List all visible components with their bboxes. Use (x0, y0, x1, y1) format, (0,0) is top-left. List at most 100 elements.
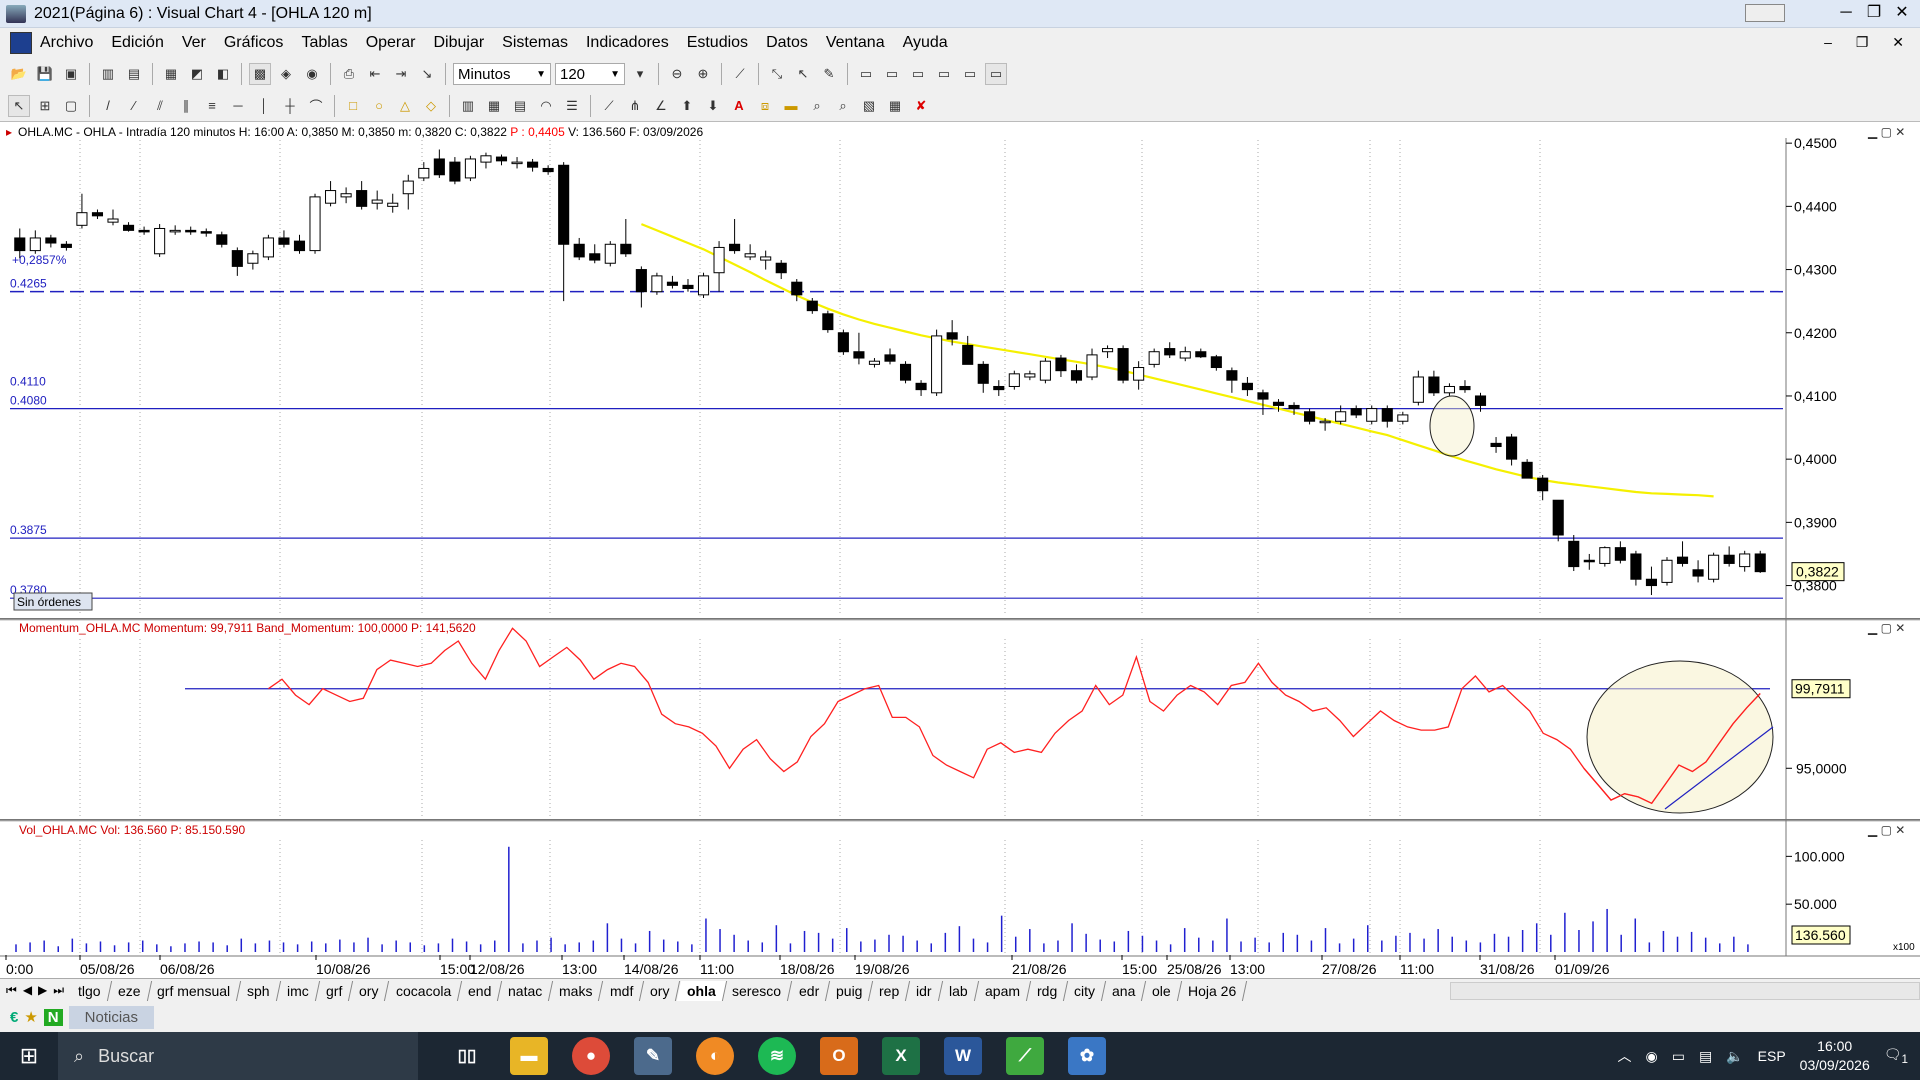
task-view-icon[interactable]: ▯▯ (448, 1037, 486, 1075)
outlook-icon[interactable]: O (820, 1037, 858, 1075)
next-tab-icon[interactable]: ▶ (38, 983, 47, 998)
titlebar-toggle-box[interactable] (1745, 4, 1785, 22)
templates-icon[interactable]: ◈ (275, 63, 297, 85)
marker-icon[interactable]: ⧈ (754, 95, 776, 117)
prev-tab-icon[interactable]: ◀ (23, 983, 32, 998)
zoom-out-icon[interactable]: ⊖ (666, 63, 688, 85)
channel-icon[interactable]: ⫽ (149, 95, 171, 117)
sheet-tab-mdf[interactable]: mdf (599, 980, 645, 1001)
label-icon[interactable]: ▬ (780, 95, 802, 117)
window-tile-icon-1[interactable]: ▭ (855, 63, 877, 85)
volume-panel-window-buttons[interactable]: ▁ ▢ ✕ (1867, 823, 1905, 837)
sheet-tab-rep[interactable]: rep (869, 980, 911, 1001)
regression-icon[interactable]: ☰ (561, 95, 583, 117)
windows-start-icon[interactable]: ⊞ (0, 1032, 58, 1080)
sheet-tab-natac[interactable]: natac (498, 980, 554, 1001)
sheet-tab-hoja-26[interactable]: Hoja 26 (1177, 980, 1248, 1001)
last-tab-icon[interactable]: ⏭ (53, 983, 64, 998)
rectangle-icon[interactable]: □ (342, 95, 364, 117)
trendline-icon[interactable]: / (97, 95, 119, 117)
news-icon[interactable]: N (43, 1008, 63, 1026)
sheet-tab-ory[interactable]: ory (348, 980, 390, 1001)
sheet-tab-end[interactable]: end (457, 980, 503, 1001)
vertical-line-icon[interactable]: │ (253, 95, 275, 117)
rectangle-select-icon[interactable]: ▢ (60, 95, 82, 117)
text-icon[interactable]: A (728, 95, 750, 117)
save-all-icon[interactable]: ▣ (60, 63, 82, 85)
properties-icon[interactable]: ▧ (858, 95, 880, 117)
tray-device-icon[interactable]: ▭ (1672, 1048, 1685, 1065)
sheet-tab-apam[interactable]: apam (974, 980, 1031, 1001)
horizontal-line-icon[interactable]: ─ (227, 95, 249, 117)
select-arrow-icon[interactable]: ↖ (8, 94, 30, 117)
visual-chart-icon[interactable]: ✎ (634, 1037, 672, 1075)
restore-icon[interactable]: ❐ (1860, 2, 1888, 24)
parallel-icon[interactable]: ∥ (175, 95, 197, 117)
sheet-tab-ole[interactable]: ole (1142, 980, 1183, 1001)
scroll-left-icon[interactable]: ⇤ (364, 63, 386, 85)
ray-icon[interactable]: ⁄ (123, 95, 145, 117)
magnify-icon[interactable]: ⌕ (832, 95, 854, 117)
chrome-icon[interactable]: ● (572, 1037, 610, 1075)
taskbar-search[interactable]: ⌕ Buscar (58, 1032, 418, 1080)
grid-icon[interactable]: ▦ (884, 95, 906, 117)
news-button[interactable]: Noticias (68, 1005, 154, 1029)
euro-icon[interactable]: € (10, 1009, 18, 1026)
zoom-area-icon[interactable]: ⌕ (806, 95, 828, 117)
new-chart-icon[interactable]: ▦ (160, 63, 182, 85)
sheet-tab-maks[interactable]: maks (549, 980, 605, 1001)
paint-icon[interactable]: ✎ (818, 63, 840, 85)
sheet-tab-cocacola[interactable]: cocacola (385, 980, 462, 1001)
word-icon[interactable]: W (944, 1037, 982, 1075)
tray-chevron-icon[interactable]: ︿ (1618, 1046, 1632, 1066)
menu-edici-n[interactable]: Edición (102, 34, 172, 52)
sheet-tab-rdg[interactable]: rdg (1026, 980, 1069, 1001)
ellipse-icon[interactable]: ○ (368, 95, 390, 117)
delete-drawings-icon[interactable]: ✘ (910, 95, 932, 117)
menu-indicadores[interactable]: Indicadores (577, 34, 678, 52)
first-tab-icon[interactable]: ⏮ (6, 983, 17, 998)
wave-icon[interactable]: ⟋ (598, 95, 620, 117)
open-folder-icon[interactable]: 📂 (8, 63, 30, 85)
menu-ventana[interactable]: Ventana (817, 34, 894, 52)
timeframe-value-select[interactable]: 120 ▼ (555, 63, 625, 85)
sheet-tab-tlgo[interactable]: tlgo (67, 980, 112, 1001)
gann-icon[interactable]: ▤ (509, 95, 531, 117)
diamond-icon[interactable]: ◇ (420, 95, 442, 117)
window-tile-icon-5[interactable]: ▭ (959, 63, 981, 85)
excel-icon[interactable]: X (882, 1037, 920, 1075)
sheet-tab-imc[interactable]: imc (276, 980, 320, 1001)
menu-ver[interactable]: Ver (173, 34, 215, 52)
arrow-up-icon[interactable]: ⬆ (676, 95, 698, 117)
curve-icon[interactable]: ⌒ (305, 95, 327, 117)
fib-fan-icon[interactable]: ▦ (483, 95, 505, 117)
quotes-icon[interactable]: ◧ (212, 63, 234, 85)
sheet-tab-ana[interactable]: ana (1101, 980, 1147, 1001)
tray-network-icon[interactable]: ▤ (1699, 1048, 1712, 1065)
timeframe-unit-select[interactable]: Minutos ▼ (453, 63, 551, 85)
sheet-tab-sph[interactable]: sph (237, 980, 282, 1001)
sheet-tab-lab[interactable]: lab (938, 980, 979, 1001)
arrange-icon[interactable]: ⤡ (766, 63, 788, 85)
horizontal-scrollbar[interactable] (1450, 982, 1920, 1000)
portfolio-icon[interactable]: ◩ (186, 63, 208, 85)
price-panel-window-buttons[interactable]: ▁ ▢ ✕ (1867, 125, 1905, 139)
triangle-icon[interactable]: △ (394, 95, 416, 117)
indicator-icon[interactable]: ⟋ (729, 63, 751, 85)
language-indicator[interactable]: ESP (1758, 1048, 1786, 1064)
crosshair-icon[interactable]: ⊞ (34, 95, 56, 117)
menu-gr-ficos[interactable]: Gráficos (215, 34, 293, 52)
volume-icon[interactable]: 🔈 (1726, 1048, 1743, 1065)
fibonacci-icon[interactable]: ▥ (457, 95, 479, 117)
chart-app-icon[interactable]: ⟋ (1006, 1037, 1044, 1075)
cursor-mode-icon[interactable]: ↘ (416, 63, 438, 85)
mdi-document-icon[interactable] (10, 32, 32, 54)
menu-sistemas[interactable]: Sistemas (493, 34, 577, 52)
print-icon[interactable]: ⎙ (338, 63, 360, 85)
sheet-tab-edr[interactable]: edr (788, 980, 830, 1001)
menu-dibujar[interactable]: Dibujar (424, 34, 493, 52)
momentum-panel-window-buttons[interactable]: ▁ ▢ ✕ (1867, 621, 1905, 635)
notifications-icon[interactable]: 🗨1 (1884, 1046, 1908, 1066)
menu-datos[interactable]: Datos (757, 34, 817, 52)
alerts-icon[interactable]: ◉ (301, 63, 323, 85)
